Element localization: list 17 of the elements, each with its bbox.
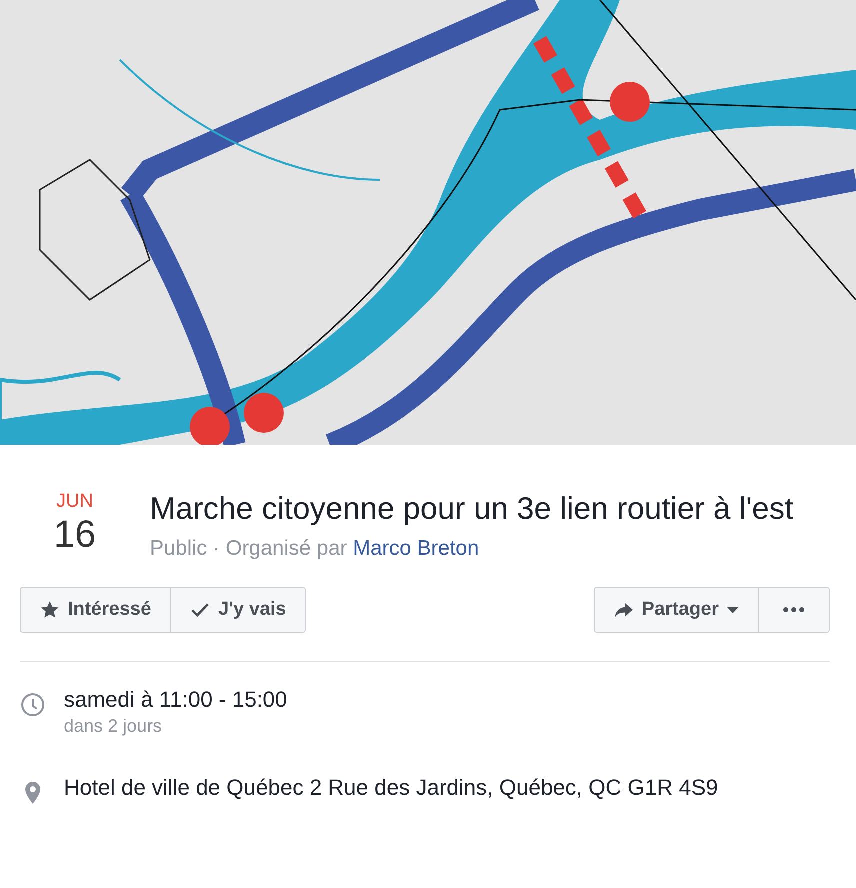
- organizer-link[interactable]: Marco Breton: [353, 537, 480, 560]
- caret-icon: [727, 606, 739, 614]
- share-button[interactable]: Partager: [594, 587, 759, 633]
- event-meta: Public · Organisé par Marco Breton: [150, 537, 480, 561]
- detail-text: samedi à 11:00 - 15:00: [64, 686, 288, 714]
- detail-text: Hotel de ville de Québec 2 Rue des Jardins, Québec, QC G1R 4S9: [64, 774, 718, 802]
- event-month: JUN: [56, 491, 94, 513]
- more-button[interactable]: [759, 587, 830, 633]
- more-icon: [783, 607, 805, 613]
- clock-icon: [20, 692, 46, 718]
- action-button[interactable]: J'y vais: [171, 587, 306, 633]
- share-icon: [614, 600, 634, 620]
- detail-subtext: dans 2 jours: [64, 715, 162, 738]
- star-icon: [40, 600, 60, 620]
- event-title: Marche citoyenne pour un 3e lien routier à l'est: [150, 490, 795, 528]
- action-button[interactable]: Intéressé: [20, 587, 172, 633]
- event-day: 16: [54, 513, 96, 557]
